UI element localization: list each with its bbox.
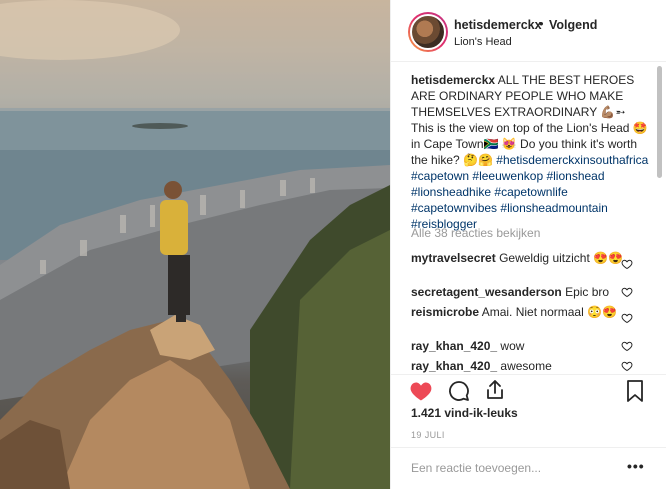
post-caption: hetisdemerckx ALL THE BEST HEROES ARE OR… [411,72,651,232]
post-side-panel: hetisdemerckx • Volgend Lion's Head heti… [390,0,666,489]
comments-scrollbar[interactable] [657,66,662,178]
share-upload-icon[interactable] [483,378,507,402]
comment-text: Amai. Niet normaal 😳😍 [481,305,617,319]
heart-filled-icon[interactable] [409,379,433,403]
post-photo[interactable] [0,0,390,489]
hashtag[interactable]: #leeuwenkop [472,169,543,183]
caption-username[interactable]: hetisdemerckx [411,73,495,87]
comment-text: Epic bro [565,285,610,299]
avatar-image [410,14,446,50]
hashtag[interactable]: #capetownlife [494,185,567,199]
more-options-button[interactable]: ••• [627,458,645,474]
heart-outline-icon[interactable] [621,360,633,372]
heart-outline-icon[interactable] [621,312,633,324]
comment-item: ray_khan_420_ wow [411,338,636,354]
avatar[interactable] [408,12,448,52]
bookmark-icon[interactable] [625,379,645,403]
view-all-comments-link[interactable]: Alle 38 reacties bekijken [411,226,540,240]
post-username[interactable]: hetisdemerckx [454,18,542,32]
post-header: hetisdemerckx • Volgend Lion's Head [391,0,666,62]
post-location[interactable]: Lion's Head [454,36,512,48]
add-comment-input[interactable] [411,458,611,478]
likes-count[interactable]: 1.421 vind-ik-leuks [411,406,518,420]
hashtag[interactable]: #lionsheadhike [411,185,491,199]
hashtag[interactable]: #lionsheadmountain [500,201,607,215]
hashtag[interactable]: #capetownvibes [411,201,497,215]
comments-section[interactable]: hetisdemerckx ALL THE BEST HEROES ARE OR… [391,62,666,374]
comment-username[interactable]: ray_khan_420_ [411,359,497,373]
comment-item: mytravelsecret Geweldig uitzicht 😍😍 [411,250,636,266]
hashtag[interactable]: #capetown [411,169,469,183]
heart-outline-icon[interactable] [621,340,633,352]
comment-username[interactable]: ray_khan_420_ [411,339,497,353]
heart-outline-icon[interactable] [621,286,633,298]
comment-item: ray_khan_420_ awesome [411,358,636,374]
comment-username[interactable]: reismicrobe [411,305,479,319]
hashtag[interactable]: #hetisdemerckxinsouthafrica [496,153,648,167]
comment-item: reismicrobe Amai. Niet normaal 😳😍 [411,304,636,320]
action-bar [391,374,666,410]
add-comment-bar: ••• [391,447,666,489]
comment-text: Geweldig uitzicht 😍😍 [499,251,624,265]
lions-head-view-illustration [0,0,390,489]
comment-text: wow [500,339,525,353]
follow-status-button[interactable]: Volgend [549,18,597,32]
comment-username[interactable]: mytravelsecret [411,251,496,265]
heart-outline-icon[interactable] [621,258,633,270]
separator-dot: • [539,16,544,31]
comment-username[interactable]: secretagent_wesanderson [411,285,562,299]
hashtag[interactable]: #lionshead [546,169,604,183]
speech-bubble-icon[interactable] [447,379,471,403]
post-date[interactable]: 19 JULI [411,430,445,440]
comment-item: secretagent_wesanderson Epic bro [411,284,636,300]
comment-text: awesome [500,359,552,373]
